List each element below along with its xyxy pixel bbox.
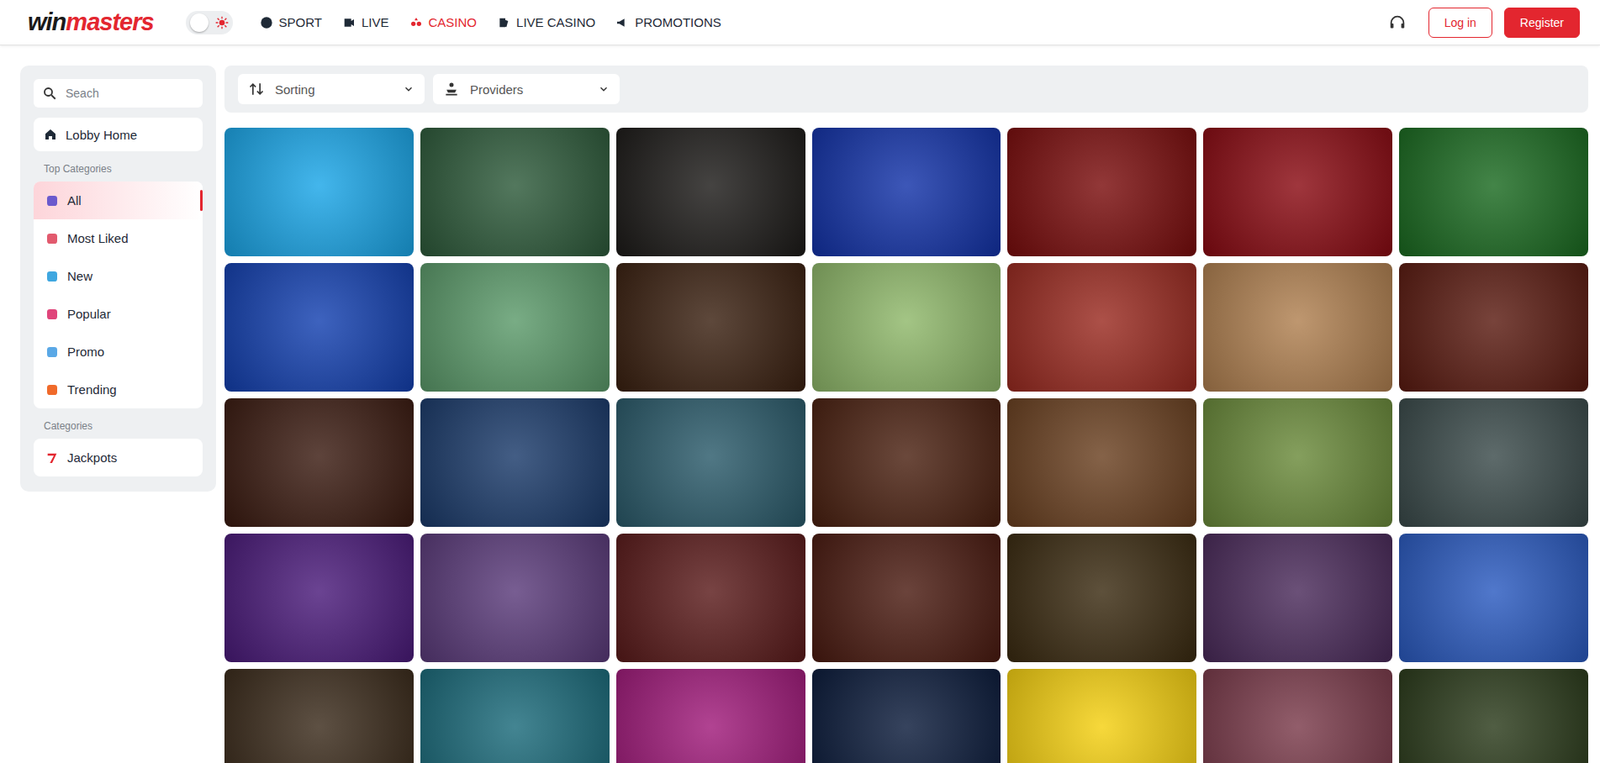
main-nav: SPORT LIVE CASINO LIVE CASINO PROMOTIONS [259,15,1389,30]
game-tile[interactable] [1399,127,1589,257]
sort-icon [248,80,265,98]
nav-item[interactable]: SPORT [259,15,323,30]
game-tile[interactable] [812,127,1002,257]
sidebar-item[interactable]: Trending [33,370,203,409]
game-tile[interactable] [224,263,414,392]
game-tile[interactable] [1203,669,1393,763]
category-icon [45,194,59,208]
game-tile[interactable] [1203,127,1393,257]
game-tile[interactable] [224,669,414,763]
game-tile[interactable] [1007,398,1197,528]
sidebar: Seach Lobby Home Top Categories AllMost Lik… [20,65,217,492]
game-tile[interactable] [420,669,610,763]
categories: Jackpots [33,438,203,477]
game-tile[interactable] [616,127,806,257]
toggle-knob [190,13,209,32]
search-icon [42,85,58,101]
game-tile[interactable] [616,669,806,763]
sidebar-item[interactable]: Promo [33,332,203,371]
chevron-icon [597,83,610,96]
header: winmasters SPORT LIVE CASINO LIVE CASINO PROM… [0,0,1600,46]
nav-icon [342,15,356,30]
game-tile[interactable] [420,127,610,257]
game-tile[interactable] [616,533,806,663]
category-icon [45,232,59,246]
filter-bar: SortingProviders [224,65,1589,113]
game-area: SortingProviders [224,65,1589,763]
sun-icon [215,15,229,30]
chevron-icon [402,83,415,96]
game-tile[interactable] [616,398,806,528]
game-tile[interactable] [1399,533,1589,663]
game-tile[interactable] [1399,263,1589,392]
category-icon [45,307,59,322]
provider-icon [443,80,460,98]
game-tile[interactable] [1203,398,1393,528]
game-tile[interactable] [224,127,414,257]
nav-item[interactable]: LIVE CASINO [496,15,596,30]
game-tile[interactable] [1007,263,1197,392]
top-categories: AllMost LikedNewPopularPromoTrending [33,181,203,409]
game-tile[interactable] [812,263,1002,392]
game-tile[interactable] [1007,127,1197,257]
search-field[interactable]: Seach [33,79,203,108]
sorting-dropdown[interactable]: Sorting [237,73,425,105]
nav-item[interactable]: CASINO [409,15,478,30]
providers-dropdown[interactable]: Providers [433,73,620,105]
game-tile[interactable] [812,533,1002,663]
logo[interactable]: winmasters [27,8,154,37]
game-tile[interactable] [1007,533,1197,663]
section-label: Categories [43,420,203,433]
login-button[interactable]: Log in [1428,7,1493,38]
category-icon [45,345,59,360]
sidebar-item[interactable]: Popular [33,295,203,333]
game-tile[interactable] [812,398,1002,528]
lobby-home[interactable]: Lobby Home [33,117,203,152]
nav-item[interactable]: PROMOTIONS [615,15,722,30]
seven-icon [45,451,59,465]
casino-page: winmasters SPORT LIVE CASINO LIVE CASINO PROM… [0,0,1600,763]
game-tile[interactable] [420,263,610,392]
game-tile[interactable] [1203,533,1393,663]
game-tile[interactable] [1399,669,1589,763]
headset-icon[interactable] [1388,13,1407,32]
register-button[interactable]: Register [1504,7,1580,38]
game-tile[interactable] [224,533,414,663]
sidebar-item[interactable]: All [33,181,203,220]
home-icon [43,127,58,142]
game-tile[interactable] [420,398,610,528]
nav-item[interactable]: LIVE [342,15,390,30]
category-icon [45,383,59,397]
game-tile[interactable] [812,669,1002,763]
game-tile[interactable] [1399,398,1589,528]
game-grid [224,127,1589,763]
game-tile[interactable] [1007,669,1197,763]
nav-icon [259,15,274,30]
sidebar-item[interactable]: New [33,257,203,296]
header-actions: Log in Register [1388,7,1580,38]
content: Seach Lobby Home Top Categories AllMost Lik… [0,45,1600,763]
category-icon [45,269,59,284]
game-tile[interactable] [420,533,610,663]
nav-icon [409,15,423,30]
theme-toggle[interactable] [185,10,233,35]
sidebar-item[interactable]: Jackpots [33,438,203,477]
nav-icon [496,15,511,30]
game-tile[interactable] [1203,263,1393,392]
section-label: Top Categories [43,163,203,175]
sidebar-item[interactable]: Most Liked [33,219,203,258]
game-tile[interactable] [616,263,806,392]
nav-icon [615,15,629,30]
game-tile[interactable] [224,398,414,528]
